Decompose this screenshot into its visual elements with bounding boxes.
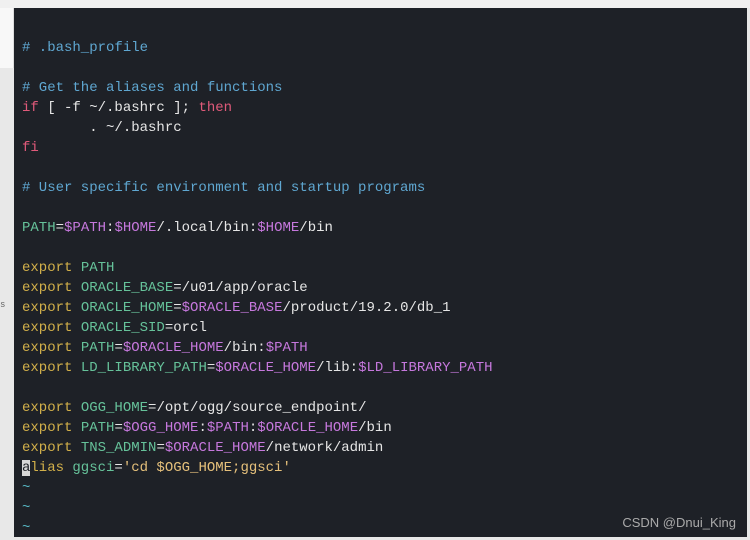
- var-ref: $OGG_HOME: [123, 420, 199, 436]
- var-path: PATH: [22, 220, 56, 236]
- var-name: ORACLE_BASE: [72, 280, 173, 296]
- kw-export: export: [22, 420, 72, 436]
- left-gutter-s: s: [0, 300, 14, 320]
- var-name: ORACLE_HOME: [72, 300, 173, 316]
- path-text: /bin: [299, 220, 333, 236]
- test-expr: [ -f ~/.bashrc ];: [39, 100, 199, 116]
- comment-line: # .bash_profile: [22, 40, 148, 56]
- kw-export: export: [22, 320, 72, 336]
- kw-export: export: [22, 340, 72, 356]
- var-ref: $ORACLE_HOME: [257, 420, 358, 436]
- var-ref: $PATH: [64, 220, 106, 236]
- var-name: PATH: [72, 260, 114, 276]
- val: orcl: [173, 320, 207, 336]
- kw-if: if: [22, 100, 39, 116]
- vim-tilde: ~: [22, 500, 30, 516]
- path-text: /lib:: [316, 360, 358, 376]
- eq: =: [114, 340, 122, 356]
- var-name: PATH: [72, 420, 114, 436]
- comment-line: # Get the aliases and functions: [22, 80, 282, 96]
- var-ref: $ORACLE_HOME: [165, 440, 266, 456]
- var-ref: $PATH: [207, 420, 249, 436]
- left-gutter: [0, 8, 14, 68]
- eq: =: [114, 460, 122, 476]
- eq: =: [56, 220, 64, 236]
- eq: =: [156, 440, 164, 456]
- var-ref: $HOME: [257, 220, 299, 236]
- var-ref: $HOME: [114, 220, 156, 236]
- alias-name: ggsci: [64, 460, 114, 476]
- eq: =: [173, 280, 181, 296]
- path-text: /network/admin: [266, 440, 384, 456]
- source-line: . ~/.bashrc: [22, 120, 182, 136]
- eq: =: [165, 320, 173, 336]
- var-ref: $ORACLE_HOME: [123, 340, 224, 356]
- alias-string: 'cd $OGG_HOME;ggsci': [123, 460, 291, 476]
- sep: :: [198, 420, 206, 436]
- comment-line: # User specific environment and startup …: [22, 180, 425, 196]
- kw-then: then: [198, 100, 232, 116]
- path-text: /bin: [358, 420, 392, 436]
- eq: =: [114, 420, 122, 436]
- kw-export: export: [22, 280, 72, 296]
- eq: =: [207, 360, 215, 376]
- code-editor[interactable]: # .bash_profile # Get the aliases and fu…: [14, 8, 747, 537]
- vim-tilde: ~: [22, 520, 30, 536]
- kw-export: export: [22, 260, 72, 276]
- var-name: TNS_ADMIN: [72, 440, 156, 456]
- vim-tilde: ~: [22, 480, 30, 496]
- var-ref: $ORACLE_BASE: [182, 300, 283, 316]
- var-name: PATH: [72, 340, 114, 356]
- path-text: /product/19.2.0/db_1: [282, 300, 450, 316]
- kw-alias: lias: [30, 460, 64, 476]
- var-name: LD_LIBRARY_PATH: [72, 360, 206, 376]
- kw-export: export: [22, 300, 72, 316]
- kw-fi: fi: [22, 140, 39, 156]
- eq: =: [173, 300, 181, 316]
- kw-export: export: [22, 400, 72, 416]
- val: /u01/app/oracle: [182, 280, 308, 296]
- path-text: /bin:: [224, 340, 266, 356]
- val: /opt/ogg/source_endpoint/: [156, 400, 366, 416]
- var-name: OGG_HOME: [72, 400, 148, 416]
- window-topbar: [0, 0, 750, 8]
- kw-export: export: [22, 360, 72, 376]
- var-ref: $ORACLE_HOME: [215, 360, 316, 376]
- watermark-text: CSDN @Dnui_King: [622, 515, 736, 530]
- var-ref: $LD_LIBRARY_PATH: [358, 360, 492, 376]
- path-text: /.local/bin:: [156, 220, 257, 236]
- kw-export: export: [22, 440, 72, 456]
- var-ref: $PATH: [266, 340, 308, 356]
- var-name: ORACLE_SID: [72, 320, 164, 336]
